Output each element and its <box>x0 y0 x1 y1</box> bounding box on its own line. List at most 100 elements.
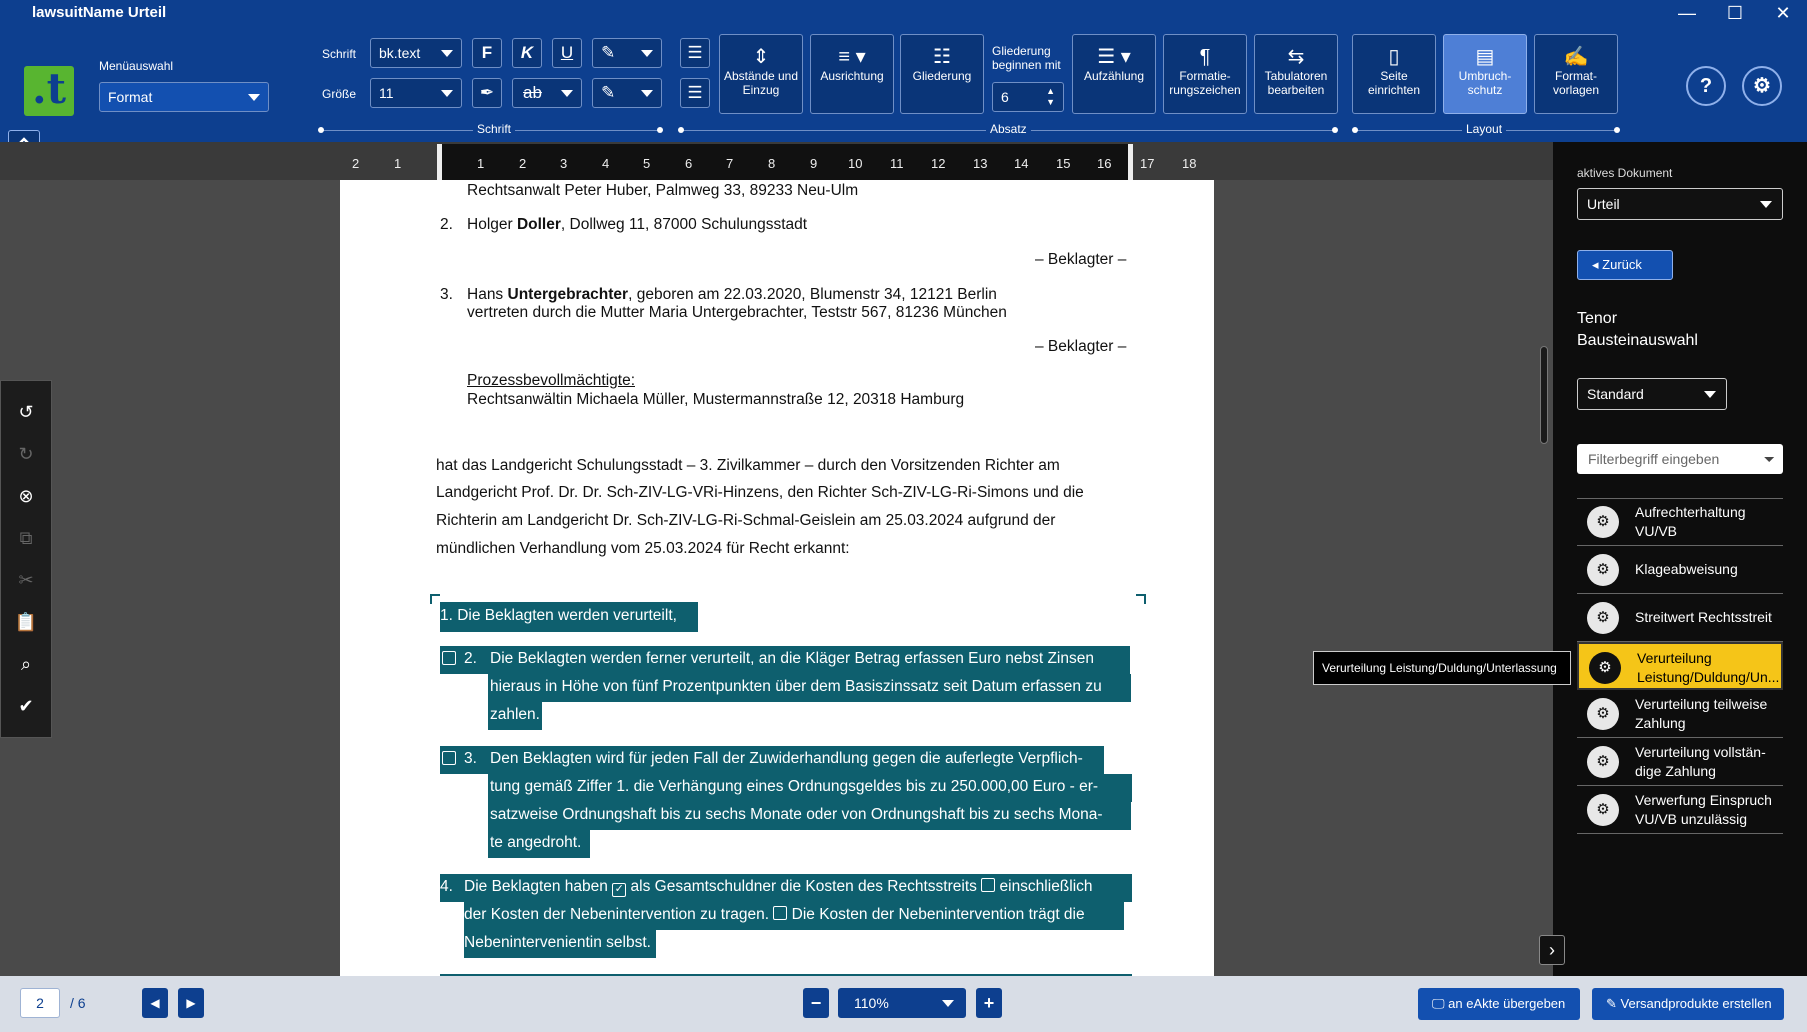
tenor-line: Nebenintervenientin selbst. <box>464 934 651 951</box>
indent-decrease-icon[interactable]: ☰ <box>680 78 710 108</box>
document-page[interactable]: Rechtsanwalt Peter Huber, Palmweg 33, 89… <box>340 180 1214 976</box>
italic-icon[interactable]: K <box>512 38 542 68</box>
ausrichtung-button[interactable]: ≡ ▾ Ausrichtung <box>810 34 894 114</box>
filter-placeholder: Filterbegriff eingeben <box>1588 451 1720 467</box>
group-dot <box>1352 127 1358 133</box>
baustein-item[interactable]: ⚙ Klageabweisung <box>1577 546 1783 594</box>
search-icon[interactable]: ⌕ <box>11 649 41 679</box>
baustein-item[interactable]: ⚙ Verwerfung Einspruch VU/VB unzulässig <box>1577 786 1783 834</box>
formatierungszeichen-button[interactable]: ¶ Formatie-rungszeichen <box>1163 34 1247 114</box>
maximize-button[interactable]: ☐ <box>1720 2 1750 24</box>
group-label-absatz: Absatz <box>986 122 1031 136</box>
chevron-down-icon <box>1760 201 1772 208</box>
undo-icon[interactable]: ↺ <box>11 397 41 427</box>
baustein-item-selected[interactable]: ⚙ Verurteilung Leistung/Duldung/Un... <box>1577 642 1783 690</box>
baustein-item[interactable]: ⚙ Verurteilung teilweise Zahlung <box>1577 690 1783 738</box>
back-button[interactable]: ◂ Zurück <box>1577 250 1673 280</box>
baustein-item[interactable]: ⚙ Streitwert Rechtsstreit <box>1577 594 1783 642</box>
check-icon[interactable]: ✔ <box>11 691 41 721</box>
checked-checkbox[interactable]: ✓ <box>612 883 627 897</box>
versand-button[interactable]: ✎ Versandprodukte erstellen <box>1592 988 1784 1020</box>
strikethrough-icon[interactable]: ab <box>512 78 582 108</box>
tenor-checkbox[interactable] <box>442 751 456 769</box>
chevron-down-icon <box>248 94 260 101</box>
tenor-checkbox[interactable] <box>981 878 996 892</box>
prev-page-button[interactable]: ◀ <box>142 988 168 1018</box>
chevron-down-icon <box>441 90 453 97</box>
highlight-color-icon[interactable]: ✎ <box>592 38 662 68</box>
minimize-button[interactable]: — <box>1672 2 1702 24</box>
category-select[interactable]: Standard <box>1577 378 1727 410</box>
ruler-tick: 5 <box>643 156 651 171</box>
clear-format-icon[interactable]: ⊗ <box>11 481 41 511</box>
gliederung-stepper[interactable]: 6 ▲ ▼ <box>992 82 1064 112</box>
spacing-icon: ⇕ <box>752 46 770 68</box>
tenor-checkbox[interactable] <box>442 651 456 669</box>
redo-icon[interactable]: ↻ <box>11 439 41 469</box>
next-page-button[interactable]: ▶ <box>178 988 204 1018</box>
tenor-line: Den Beklagten wird für jeden Fall der Zu… <box>490 750 1083 767</box>
paste-icon[interactable]: 📋 <box>11 607 41 637</box>
eyedropper-icon[interactable]: ✒ <box>472 78 502 108</box>
font-select[interactable]: bk.text <box>370 38 462 68</box>
ruler[interactable]: 2 1 1 2 3 4 5 6 7 8 9 10 11 12 13 14 15 … <box>0 142 1553 180</box>
schrift-label: Schrift <box>322 47 357 61</box>
doc-line: – Beklagter – <box>1035 251 1127 268</box>
menu-label: Menüauswahl <box>99 59 174 73</box>
tenor-line: Die Beklagten werden ferner verurteilt, … <box>490 650 1094 667</box>
baustein-item[interactable]: ⚙ Verurteilung vollstän-dige Zahlung <box>1577 738 1783 786</box>
formatvorlagen-button[interactable]: ✍ Format-vorlagen <box>1534 34 1618 114</box>
left-margin-handle[interactable] <box>437 144 442 180</box>
filter-input[interactable]: Filterbegriff eingeben ⏷ <box>1577 444 1783 474</box>
font-color-icon[interactable]: ✎ <box>592 78 662 108</box>
chevron-right-icon: ▶ <box>186 996 196 1010</box>
ruler-tick: 2 <box>519 156 527 171</box>
group-dot <box>1614 127 1620 133</box>
ruler-tick: 7 <box>726 156 734 171</box>
baustein-icon: ⚙ <box>1587 602 1619 634</box>
menu-select[interactable]: Format <box>99 82 269 112</box>
bold-icon[interactable]: F <box>472 38 502 68</box>
abstaende-button[interactable]: ⇕ Abstände und Einzug <box>719 34 803 114</box>
tabulatoren-button[interactable]: ⇆ Tabulatoren bearbeiten <box>1254 34 1338 114</box>
zoom-select[interactable]: 110% <box>838 988 966 1018</box>
close-button[interactable]: ✕ <box>1768 2 1798 24</box>
umbruchschutz-button[interactable]: ▤ Umbruch-schutz <box>1443 34 1527 114</box>
underline-icon[interactable]: U <box>552 38 582 68</box>
seite-button[interactable]: ▯ Seite einrichten <box>1352 34 1436 114</box>
aufzaehlung-button[interactable]: ☰ ▾ Aufzählung <box>1072 34 1156 114</box>
right-margin-handle[interactable] <box>1128 144 1133 180</box>
app-logo: .t <box>24 66 74 116</box>
indent-increase-icon[interactable]: ☰ <box>680 38 710 68</box>
eakte-button[interactable]: 🖵 an eAkte übergeben <box>1418 988 1580 1020</box>
gear-icon[interactable]: ⚙ <box>1742 66 1782 106</box>
expand-panel-button[interactable]: › <box>1539 935 1565 965</box>
group-label-schrift: Schrift <box>473 122 516 136</box>
cut-icon[interactable]: ✂ <box>11 565 41 595</box>
page-number-input[interactable]: 2 <box>20 988 60 1018</box>
document-area[interactable]: Rechtsanwalt Peter Huber, Palmweg 33, 89… <box>0 180 1553 976</box>
gliederung-button[interactable]: ☷ Gliederung <box>900 34 984 114</box>
group-label-layout: Layout <box>1462 122 1507 136</box>
document-scrollbar[interactable] <box>1540 346 1548 444</box>
tenor-checkbox[interactable] <box>773 906 788 920</box>
doc-line: mündlichen Verhandlung vom 25.03.2024 fü… <box>436 540 850 557</box>
tenor-line: zahlen. <box>490 706 540 723</box>
ruler-tick: 15 <box>1056 156 1071 171</box>
doc-line: Rechtsanwalt Peter Huber, Palmweg 33, 89… <box>467 182 859 199</box>
baustein-icon: ⚙ <box>1587 506 1619 538</box>
zoom-in-button[interactable]: + <box>976 988 1002 1018</box>
ruler-tick: 18 <box>1182 156 1197 171</box>
copy-icon[interactable]: ⧉ <box>11 523 41 553</box>
baustein-item[interactable]: ⚙ Aufrechterhaltung VU/VB <box>1577 498 1783 546</box>
ruler-tick: 6 <box>685 156 693 171</box>
plus-icon: + <box>983 993 995 1013</box>
minus-icon: − <box>810 993 822 1013</box>
tenor-line: der Kosten der Nebenintervention zu trag… <box>464 906 1085 923</box>
help-icon[interactable]: ? <box>1686 66 1726 106</box>
size-select[interactable]: 11 <box>370 78 462 108</box>
gliederung-beginnen-label: Gliederung beginnen mit <box>992 44 1061 72</box>
active-document-select[interactable]: Urteil <box>1577 188 1783 220</box>
zoom-out-button[interactable]: − <box>803 988 829 1018</box>
ruler-tick: 9 <box>810 156 818 171</box>
